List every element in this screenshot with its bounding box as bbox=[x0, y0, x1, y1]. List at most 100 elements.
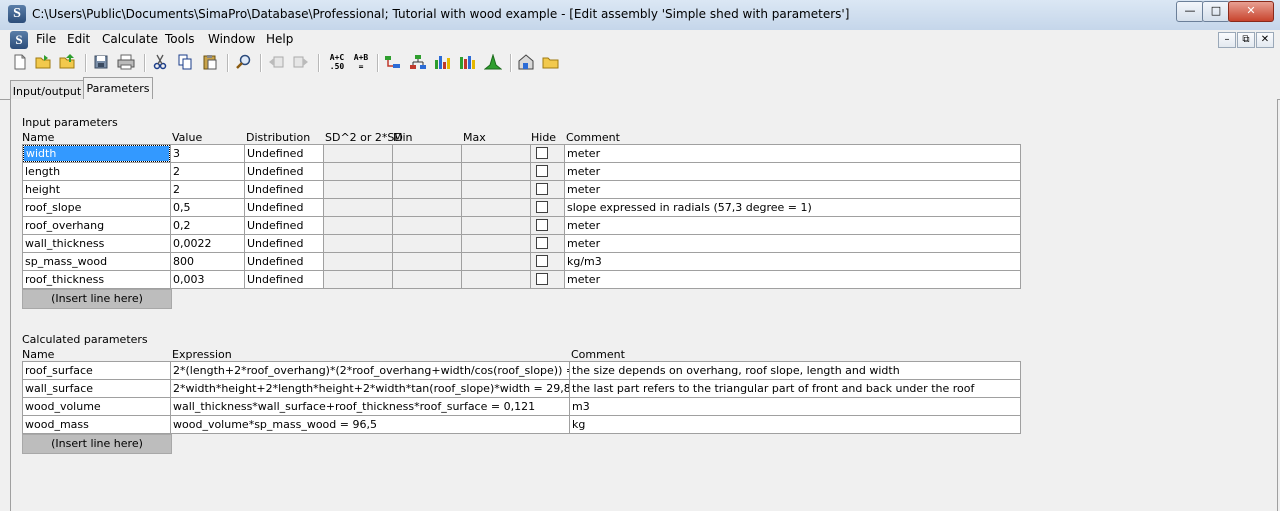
table-row[interactable]: wood_volume wall_thickness*wall_surface+… bbox=[22, 397, 1021, 416]
print-icon[interactable] bbox=[117, 54, 135, 72]
table-row[interactable]: wood_mass wood_volume*sp_mass_wood = 96,… bbox=[22, 415, 1021, 434]
param-distribution-cell[interactable]: Undefined bbox=[244, 234, 324, 253]
bar-chart-icon[interactable] bbox=[434, 54, 452, 72]
calc-comment-cell[interactable]: kg bbox=[569, 415, 1021, 434]
menu-help[interactable]: Help bbox=[266, 32, 293, 46]
menu-file[interactable]: File bbox=[36, 32, 56, 46]
multi-bar-icon[interactable] bbox=[459, 54, 477, 72]
param-comment-cell[interactable]: kg/m3 bbox=[564, 252, 1021, 271]
param-distribution-cell[interactable]: Undefined bbox=[244, 180, 324, 199]
param-distribution-cell[interactable]: Undefined bbox=[244, 216, 324, 235]
hide-checkbox[interactable] bbox=[536, 237, 548, 249]
network-icon[interactable] bbox=[384, 54, 402, 72]
param-value-cell[interactable]: 2 bbox=[170, 162, 245, 181]
hide-checkbox[interactable] bbox=[536, 165, 548, 177]
param-value-cell[interactable]: 3 bbox=[170, 144, 245, 163]
tab-input-output[interactable]: Input/output bbox=[10, 80, 84, 101]
param-distribution-cell[interactable]: Undefined bbox=[244, 162, 324, 181]
param-distribution-cell[interactable]: Undefined bbox=[244, 198, 324, 217]
table-row[interactable]: roof_surface 2*(length+2*roof_overhang)*… bbox=[22, 361, 1021, 380]
hide-checkbox[interactable] bbox=[536, 219, 548, 231]
table-row[interactable]: sp_mass_wood 800 Undefined kg/m3 bbox=[22, 252, 1021, 271]
param-distribution-cell[interactable]: Undefined bbox=[244, 144, 324, 163]
menu-calculate[interactable]: Calculate bbox=[102, 32, 158, 46]
building-icon[interactable] bbox=[517, 54, 535, 72]
document-system-icon[interactable]: S bbox=[10, 31, 28, 49]
copy-icon[interactable] bbox=[176, 54, 194, 72]
mdi-minimize-button[interactable]: – bbox=[1218, 32, 1236, 48]
move-right-icon[interactable] bbox=[292, 54, 310, 72]
calc-name-cell[interactable]: wood_volume bbox=[22, 397, 171, 416]
open-icon[interactable] bbox=[35, 54, 53, 72]
calc-comment-cell[interactable]: the last part refers to the triangular p… bbox=[569, 379, 1021, 398]
formula-ab-icon[interactable]: A+B = bbox=[350, 53, 372, 71]
calc-expression-cell[interactable]: 2*(length+2*roof_overhang)*(2*roof_overh… bbox=[170, 361, 570, 380]
param-value-cell[interactable]: 0,5 bbox=[170, 198, 245, 217]
param-comment-cell[interactable]: meter bbox=[564, 180, 1021, 199]
param-comment-cell[interactable]: meter bbox=[564, 162, 1021, 181]
new-icon[interactable] bbox=[11, 54, 29, 72]
paste-icon[interactable] bbox=[201, 54, 219, 72]
maximize-button[interactable]: □ bbox=[1202, 1, 1230, 22]
calc-name-cell[interactable]: roof_surface bbox=[22, 361, 171, 380]
param-value-cell[interactable]: 0,0022 bbox=[170, 234, 245, 253]
param-value-cell[interactable]: 2 bbox=[170, 180, 245, 199]
table-row[interactable]: roof_overhang 0,2 Undefined meter bbox=[22, 216, 1021, 235]
calc-comment-cell[interactable]: the size depends on overhang, roof slope… bbox=[569, 361, 1021, 380]
param-name-cell[interactable]: wall_thickness bbox=[22, 234, 171, 253]
menu-window[interactable]: Window bbox=[208, 32, 255, 46]
table-row[interactable]: roof_slope 0,5 Undefined slope expressed… bbox=[22, 198, 1021, 217]
mdi-close-button[interactable]: ✕ bbox=[1256, 32, 1274, 48]
param-comment-cell[interactable]: meter bbox=[564, 144, 1021, 163]
param-comment-cell[interactable]: meter bbox=[564, 270, 1021, 289]
hide-checkbox[interactable] bbox=[536, 147, 548, 159]
minimize-button[interactable]: — bbox=[1176, 1, 1204, 22]
param-comment-cell[interactable]: meter bbox=[564, 234, 1021, 253]
param-name-cell[interactable]: width bbox=[22, 144, 171, 163]
formula-ac-icon[interactable]: A+C .50 bbox=[326, 53, 348, 71]
move-left-icon[interactable] bbox=[267, 54, 285, 72]
calc-expression-cell[interactable]: 2*width*height+2*length*height+2*width*t… bbox=[170, 379, 570, 398]
hide-checkbox[interactable] bbox=[536, 201, 548, 213]
param-value-cell[interactable]: 0,2 bbox=[170, 216, 245, 235]
insert-input-line-button[interactable]: (Insert line here) bbox=[22, 289, 172, 309]
cut-icon[interactable] bbox=[151, 54, 169, 72]
insert-calculated-line-button[interactable]: (Insert line here) bbox=[22, 434, 172, 454]
table-row[interactable]: width 3 Undefined meter bbox=[22, 144, 1021, 163]
param-value-cell[interactable]: 800 bbox=[170, 252, 245, 271]
mdi-restore-button[interactable]: ⧉ bbox=[1237, 32, 1255, 48]
table-row[interactable]: roof_thickness 0,003 Undefined meter bbox=[22, 270, 1021, 289]
param-comment-cell[interactable]: meter bbox=[564, 216, 1021, 235]
open-up-icon[interactable] bbox=[59, 54, 77, 72]
param-name-cell[interactable]: length bbox=[22, 162, 171, 181]
calc-comment-cell[interactable]: m3 bbox=[569, 397, 1021, 416]
tree-icon[interactable] bbox=[409, 54, 427, 72]
calc-expression-cell[interactable]: wall_thickness*wall_surface+roof_thickne… bbox=[170, 397, 570, 416]
param-distribution-cell[interactable]: Undefined bbox=[244, 252, 324, 271]
menu-edit[interactable]: Edit bbox=[67, 32, 90, 46]
save-icon[interactable] bbox=[92, 54, 110, 72]
hide-checkbox[interactable] bbox=[536, 273, 548, 285]
distribution-icon[interactable] bbox=[483, 53, 503, 72]
table-row[interactable]: wall_thickness 0,0022 Undefined meter bbox=[22, 234, 1021, 253]
table-row[interactable]: length 2 Undefined meter bbox=[22, 162, 1021, 181]
table-row[interactable]: height 2 Undefined meter bbox=[22, 180, 1021, 199]
folder-icon[interactable] bbox=[542, 54, 560, 72]
param-name-cell[interactable]: height bbox=[22, 180, 171, 199]
calc-name-cell[interactable]: wood_mass bbox=[22, 415, 171, 434]
hide-checkbox[interactable] bbox=[536, 183, 548, 195]
param-name-cell[interactable]: sp_mass_wood bbox=[22, 252, 171, 271]
close-button[interactable]: ✕ bbox=[1228, 1, 1274, 22]
menu-tools[interactable]: Tools bbox=[165, 32, 195, 46]
param-distribution-cell[interactable]: Undefined bbox=[244, 270, 324, 289]
param-value-cell[interactable]: 0,003 bbox=[170, 270, 245, 289]
param-name-cell[interactable]: roof_thickness bbox=[22, 270, 171, 289]
param-comment-cell[interactable]: slope expressed in radials (57,3 degree … bbox=[564, 198, 1021, 217]
param-name-cell[interactable]: roof_overhang bbox=[22, 216, 171, 235]
param-name-cell[interactable]: roof_slope bbox=[22, 198, 171, 217]
hide-checkbox[interactable] bbox=[536, 255, 548, 267]
simapro-app-icon[interactable]: S bbox=[8, 5, 26, 23]
table-row[interactable]: wall_surface 2*width*height+2*length*hei… bbox=[22, 379, 1021, 398]
calc-expression-cell[interactable]: wood_volume*sp_mass_wood = 96,5 bbox=[170, 415, 570, 434]
find-icon[interactable] bbox=[234, 54, 252, 72]
